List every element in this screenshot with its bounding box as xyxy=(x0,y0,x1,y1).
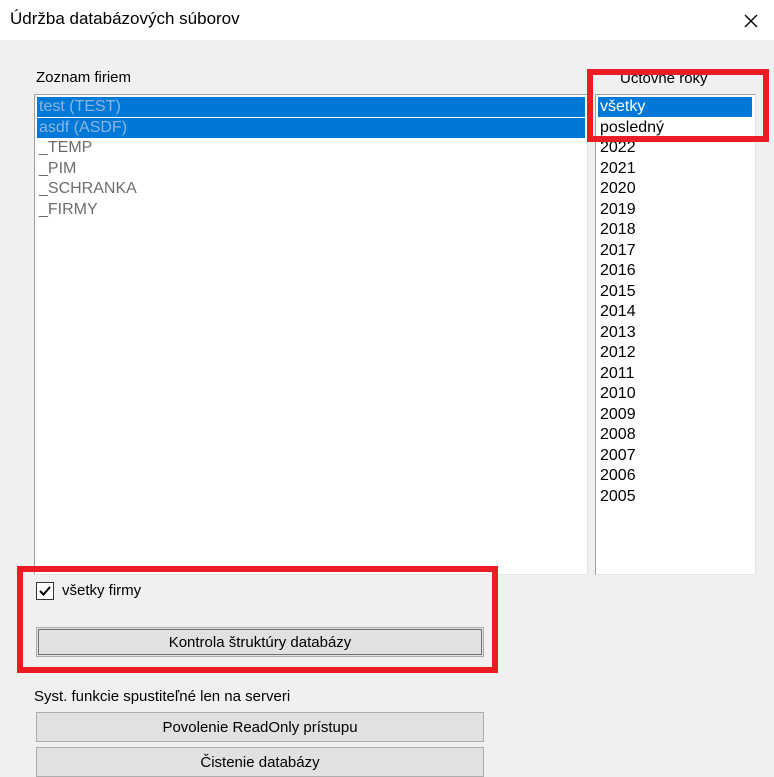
year-list-item[interactable]: 2019 xyxy=(598,200,752,220)
year-list-item[interactable]: 2017 xyxy=(598,241,752,261)
year-list-item[interactable]: 2013 xyxy=(598,323,752,343)
years-label: Účtovné roky xyxy=(620,70,708,87)
years-listbox[interactable]: všetky posledný 2022 2021 2020 2019 2018 2017 20… xyxy=(595,94,756,575)
year-list-item[interactable]: 2022 xyxy=(598,138,752,158)
companies-listbox[interactable]: test (TEST) asdf (ASDF) _TEMP _PIM _SCHRANKA… xyxy=(34,94,588,575)
year-list-item[interactable]: 2016 xyxy=(598,261,752,281)
year-list-item[interactable]: 2014 xyxy=(598,302,752,322)
checkmark-icon xyxy=(39,586,51,596)
year-list-item[interactable]: 2010 xyxy=(598,384,752,404)
window-title: Údržba databázových súborov xyxy=(10,9,240,28)
title-bar: Údržba databázových súborov xyxy=(0,0,774,40)
company-list-item[interactable]: _FIRMY xyxy=(37,200,585,220)
year-list-item[interactable]: posledný xyxy=(598,118,752,138)
company-list-item[interactable]: _SCHRANKA xyxy=(37,179,585,199)
year-list-item[interactable]: 2007 xyxy=(598,446,752,466)
year-list-item[interactable]: 2008 xyxy=(598,425,752,445)
close-icon[interactable] xyxy=(740,10,762,32)
year-list-item[interactable]: 2015 xyxy=(598,282,752,302)
year-list-item[interactable]: 2005 xyxy=(598,487,752,507)
server-functions-label: Syst. funkcie spustiteľné len na serveri xyxy=(34,688,291,705)
year-list-item[interactable]: 2006 xyxy=(598,466,752,486)
company-list-item[interactable]: test (TEST) xyxy=(37,97,585,117)
all-companies-label[interactable]: všetky firmy xyxy=(62,582,141,600)
year-list-item[interactable]: 2009 xyxy=(598,405,752,425)
year-list-item[interactable]: 2012 xyxy=(598,343,752,363)
clean-database-button[interactable]: Čistenie databázy xyxy=(36,747,484,777)
year-list-item[interactable]: 2018 xyxy=(598,220,752,240)
check-structure-button[interactable]: Kontrola štruktúry databázy xyxy=(36,627,484,657)
year-list-item[interactable]: 2020 xyxy=(598,179,752,199)
company-list-item[interactable]: asdf (ASDF) xyxy=(37,117,585,138)
year-list-item[interactable]: 2021 xyxy=(598,159,752,179)
all-companies-checkbox[interactable] xyxy=(36,582,54,600)
company-list-item[interactable]: _TEMP xyxy=(37,138,585,158)
year-list-item[interactable]: všetky xyxy=(598,97,752,117)
company-list-item[interactable]: _PIM xyxy=(37,159,585,179)
companies-label: Zoznam firiem xyxy=(36,69,132,86)
year-list-item[interactable]: 2011 xyxy=(598,364,752,384)
readonly-access-button[interactable]: Povolenie ReadOnly prístupu xyxy=(36,712,484,742)
